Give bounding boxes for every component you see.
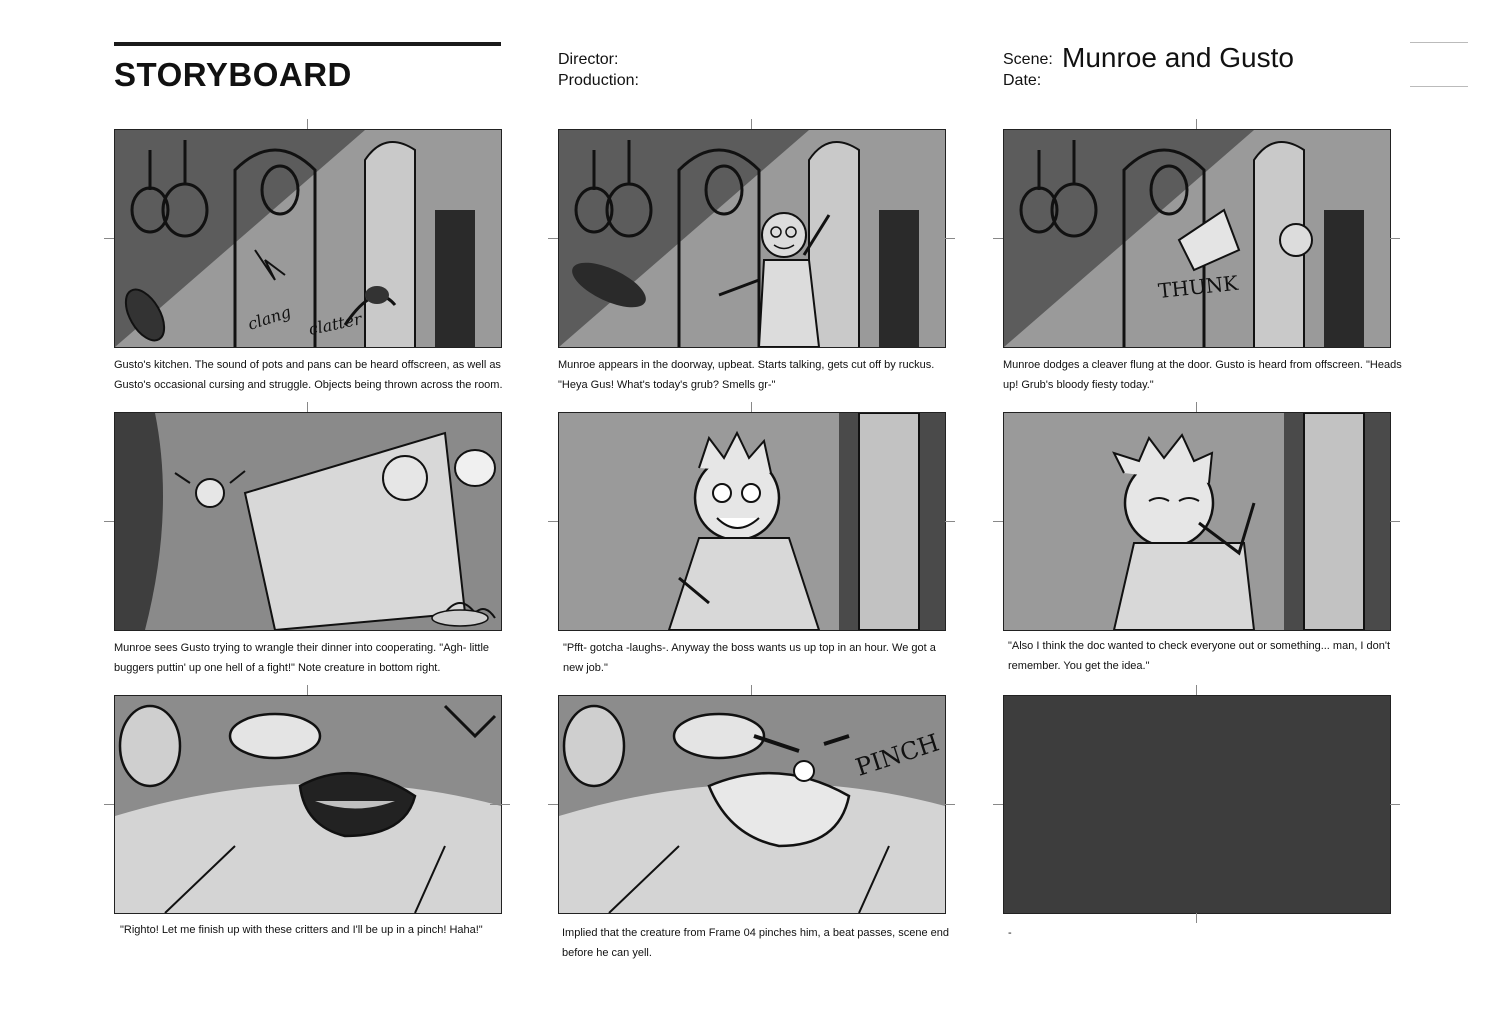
frame-1-caption: Gusto's kitchen. The sound of pots and p… [114,359,503,391]
frame-5-sketch [559,413,945,630]
frame-6-caption: "Also I think the doc wanted to check ev… [1008,640,1391,672]
storyboard-frame-3: THUNK [1003,129,1391,348]
storyboard-frame-6 [1003,412,1391,631]
corner-rule-top [1410,42,1468,43]
registration-tick [1196,402,1197,412]
storyboard-frame-2 [558,129,946,348]
frame-1-sketch: clang clatter [115,130,501,347]
registration-tick [1196,119,1197,129]
frame-9-caption: - [1008,927,1012,939]
storyboard-frame-9 [1003,695,1391,914]
registration-tick [1390,804,1400,805]
registration-tick [1196,913,1197,923]
registration-tick [1196,685,1197,695]
frame-8-caption: Implied that the creature from Frame 04 … [562,927,950,959]
frame-8-sketch: PINCH [559,696,945,913]
registration-tick [104,238,114,239]
frame-4-sketch [115,413,501,630]
registration-tick [945,804,955,805]
registration-tick [307,402,308,412]
registration-tick [993,521,1003,522]
registration-tick [1390,238,1400,239]
registration-tick [945,238,955,239]
storyboard-frame-7 [114,695,502,914]
frame-3-sketch: THUNK [1004,130,1390,347]
scene-label: Scene: [1003,51,1053,68]
registration-tick [548,238,558,239]
registration-tick [548,804,558,805]
frame-2-sketch [559,130,945,347]
header-rule [114,42,501,46]
director-label: Director: [558,51,619,68]
registration-tick [548,521,558,522]
storyboard-frame-1: clang clatter [114,129,502,348]
page-title: STORYBOARD [114,56,352,93]
registration-tick [490,804,510,805]
frame-4-caption: Munroe sees Gusto trying to wrangle thei… [114,642,490,674]
frame-5-caption: "Pfft- gotcha -laughs-. Anyway the boss … [563,642,936,674]
storyboard-frame-8: PINCH [558,695,946,914]
frame-2-caption: Munroe appears in the doorway, upbeat. S… [558,359,935,391]
registration-tick [104,521,114,522]
frame-7-caption: "Righto! Let me finish up with these cri… [120,924,483,936]
date-label: Date: [1003,72,1042,89]
frame-6-sketch [1004,413,1390,630]
registration-tick [1390,521,1400,522]
production-label: Production: [558,72,639,89]
registration-tick [307,685,308,695]
frame-3-caption: Munroe dodges a cleaver flung at the doo… [1003,359,1402,391]
registration-tick [751,119,752,129]
registration-tick [993,238,1003,239]
corner-rule-bottom [1410,86,1468,87]
registration-tick [104,804,114,805]
registration-tick [751,685,752,695]
registration-tick [307,119,308,129]
frame-7-sketch [115,696,501,913]
registration-tick [945,521,955,522]
scene-title: Munroe and Gusto [1062,42,1294,73]
registration-tick [751,402,752,412]
storyboard-frame-4 [114,412,502,631]
registration-tick [993,804,1003,805]
storyboard-frame-5 [558,412,946,631]
